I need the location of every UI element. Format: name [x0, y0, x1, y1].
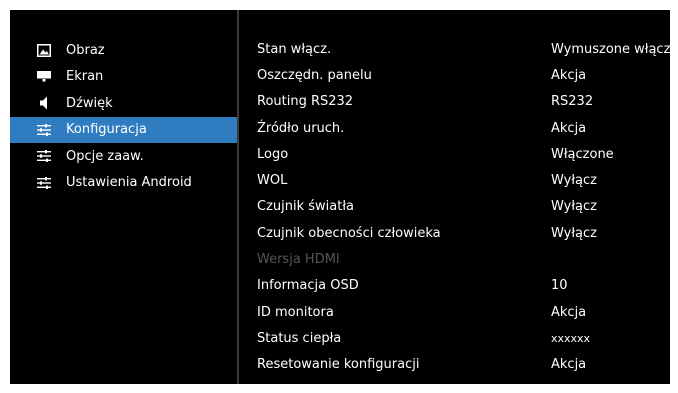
sidebar-item-label: Ekran — [66, 69, 104, 85]
setting-row-oszczedn-panelu[interactable]: Oszczędn. panelu Akcja — [239, 62, 670, 88]
setting-row-resetowanie-konfiguracji[interactable]: Resetowanie konfiguracji Akcja — [239, 352, 670, 378]
sidebar-item-ekran[interactable]: Ekran — [10, 64, 237, 91]
setting-value: RS232 — [551, 94, 594, 110]
setting-name: Status ciepła — [257, 330, 342, 346]
image-icon — [36, 43, 52, 57]
setting-name: Czujnik światła — [257, 199, 355, 215]
setting-value: 10 — [551, 278, 568, 294]
setting-name: Czujnik obecności człowieka — [257, 225, 441, 241]
sidebar-item-label: Konfiguracja — [66, 122, 147, 138]
sidebar-item-ustawienia-android[interactable]: Ustawienia Android — [10, 170, 237, 197]
setting-value: Akcja — [551, 67, 587, 83]
setting-value: Akcja — [551, 357, 587, 373]
setting-value: xxxxxx — [551, 331, 591, 345]
settings-list: Stan włącz. Wymuszone włącz. Oszczędn. p… — [239, 36, 675, 378]
setting-row-id-monitora[interactable]: ID monitora Akcja — [239, 299, 670, 325]
sidebar-item-obraz[interactable]: Obraz — [10, 37, 237, 64]
sidebar-item-label: Opcje zaaw. — [66, 148, 144, 164]
sliders-icon — [36, 123, 52, 137]
setting-value: Włączone — [551, 146, 614, 162]
sliders-icon — [36, 176, 52, 190]
screen-icon — [36, 70, 52, 84]
sidebar-item-label: Ustawienia Android — [66, 175, 192, 191]
setting-value: Wymuszone włącz. — [551, 41, 675, 57]
setting-value: Wyłącz — [551, 199, 597, 215]
setting-name: Routing RS232 — [257, 94, 354, 110]
setting-name: Resetowanie konfiguracji — [257, 357, 420, 373]
sliders-icon — [36, 149, 52, 163]
setting-name: Stan włącz. — [257, 41, 332, 57]
setting-name: WOL — [257, 173, 288, 189]
setting-row-routing-rs232[interactable]: Routing RS232 RS232 — [239, 89, 670, 115]
setting-row-czujnik-swiatla[interactable]: Czujnik światła Wyłącz — [239, 194, 670, 220]
setting-name: Informacja OSD — [257, 278, 359, 294]
setting-name: Oszczędn. panelu — [257, 67, 372, 83]
setting-name: ID monitora — [257, 304, 334, 320]
sidebar-item-label: Obraz — [66, 42, 105, 58]
setting-row-wersja-hdmi: Wersja HDMI — [239, 246, 670, 272]
osd-screen: Obraz Ekran Dźwięk Konfiguracja Opcje za… — [10, 10, 675, 384]
setting-name: Źródło uruch. — [257, 120, 345, 136]
sidebar-item-dzwiek[interactable]: Dźwięk — [10, 90, 237, 117]
setting-name: Logo — [257, 146, 289, 162]
sidebar-menu: Obraz Ekran Dźwięk Konfiguracja Opcje za… — [10, 37, 237, 196]
setting-row-logo[interactable]: Logo Włączone — [239, 141, 670, 167]
setting-value: Akcja — [551, 120, 587, 136]
sidebar-item-opcje-zaaw[interactable]: Opcje zaaw. — [10, 143, 237, 170]
sidebar-item-konfiguracja[interactable]: Konfiguracja — [10, 116, 237, 143]
setting-row-status-ciepla[interactable]: Status ciepła xxxxxx — [239, 325, 670, 351]
setting-value: Wyłącz — [551, 173, 597, 189]
setting-value: Wyłącz — [551, 225, 597, 241]
sidebar-item-label: Dźwięk — [66, 95, 113, 111]
setting-row-stan-wlacz[interactable]: Stan włącz. Wymuszone włącz. — [239, 36, 675, 62]
setting-row-zrodlo-uruch[interactable]: Źródło uruch. Akcja — [239, 115, 670, 141]
setting-row-wol[interactable]: WOL Wyłącz — [239, 167, 670, 193]
speaker-icon — [36, 96, 52, 110]
setting-name: Wersja HDMI — [257, 252, 340, 268]
setting-row-informacja-osd[interactable]: Informacja OSD 10 — [239, 273, 670, 299]
setting-value: Akcja — [551, 304, 587, 320]
setting-row-czujnik-obecnosci[interactable]: Czujnik obecności człowieka Wyłącz — [239, 220, 670, 246]
